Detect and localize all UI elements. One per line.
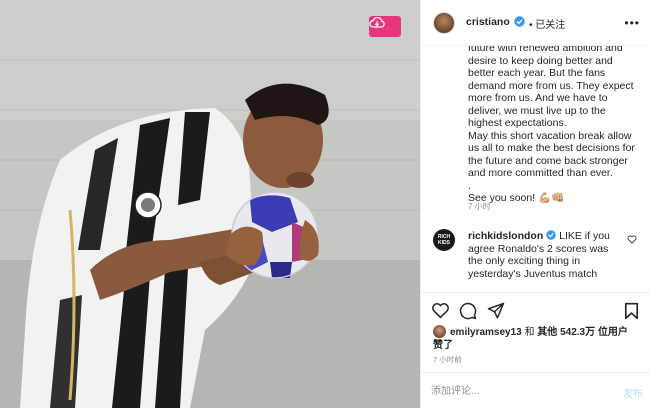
download-button[interactable] [369,16,401,37]
like-heart-icon[interactable] [431,302,450,319]
commenter-username[interactable]: richkidslondon [468,230,543,242]
more-options-icon[interactable]: ••• [624,16,640,30]
add-comment-bar: 发布 [421,372,650,408]
commenter-avatar[interactable]: RICH KIDS [433,229,455,251]
comment-body: richkidslondon LIKE if you agree Ronaldo… [468,230,618,280]
likes-summary: emilyramsey13 和 其他 542.3万 位用户 赞了 [433,325,643,352]
post-header: cristiano • 已关注 ••• [421,0,650,46]
liker-username[interactable]: emilyramsey13 [450,327,522,338]
comment-input[interactable] [431,382,601,400]
likes-others[interactable]: 其他 542.3万 位用户 [537,327,628,338]
likes-conjunction: 和 [521,327,538,338]
liker-avatar[interactable] [433,325,446,338]
author-avatar[interactable] [433,12,455,34]
verified-badge-icon [514,16,525,27]
follow-status-label: 已关注 [535,20,566,31]
post-detail-panel: cristiano • 已关注 ••• future with renewed … [420,0,650,408]
post-actions: emilyramsey13 和 其他 542.3万 位用户 赞了 [421,292,650,362]
caption-timestamp[interactable]: 7 小时 [468,201,491,212]
verified-badge-icon [546,230,556,240]
follow-status[interactable]: • 已关注 [529,16,565,31]
save-bookmark-icon[interactable] [624,302,639,320]
comments-section[interactable]: future with renewed ambition and desire … [421,46,650,292]
separator-dot: • [529,20,533,31]
comment-bubble-icon[interactable] [459,302,477,320]
player-kissing-ball-image [0,0,420,408]
share-paper-plane-icon[interactable] [487,302,505,320]
post-timestamp[interactable]: 7 小时前 [433,354,462,365]
post-photo[interactable] [0,0,420,408]
download-cloud-icon [369,17,385,28]
author-username[interactable]: cristiano [466,16,510,28]
post-caption: future with renewed ambition and desire … [468,46,640,205]
caption-text: future with renewed ambition and desire … [468,46,635,204]
post-comment-button[interactable]: 发布 [623,385,643,400]
comment-like-heart-icon[interactable] [627,235,637,244]
likes-suffix: 赞了 [433,340,453,351]
